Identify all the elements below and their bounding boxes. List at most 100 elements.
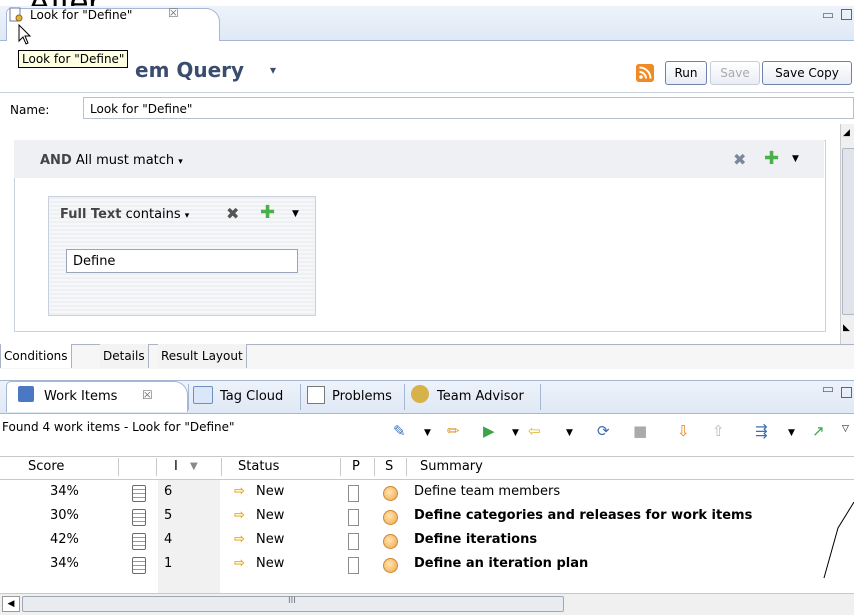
run-icon[interactable]: ▶ [483, 422, 495, 440]
tab-team-advisor[interactable]: Team Advisor [437, 389, 524, 404]
chevron-down-icon[interactable]: ▼ [788, 428, 795, 438]
col-status[interactable]: Status [238, 459, 279, 474]
callout-line [823, 501, 854, 579]
divider [156, 458, 157, 476]
pencil-icon[interactable]: ✏ [447, 422, 460, 440]
save-button[interactable]: Save [710, 61, 760, 85]
tooltip: Look for "Define" [18, 50, 129, 68]
status-cell: New [256, 484, 285, 499]
summary-cell: Define team members [414, 484, 561, 499]
view-menu-icon[interactable]: ▽ [842, 424, 849, 434]
severity-icon [383, 558, 398, 573]
table-row[interactable]: 30% 5 ⇨ New Define categories and releas… [0, 506, 854, 529]
chevron-down-icon[interactable]: ▼ [292, 209, 299, 219]
scroll-left-icon[interactable]: ◀ [2, 596, 20, 612]
tab-work-items-label: Work Items [44, 389, 118, 404]
work-items-icon [18, 386, 34, 402]
close-icon[interactable]: ☒ [168, 6, 179, 20]
sort-down-icon[interactable]: ▼ [190, 461, 198, 472]
task-icon [132, 509, 146, 526]
new-arrow-icon: ⇨ [234, 532, 245, 547]
stop-icon[interactable]: ■ [633, 422, 647, 440]
arrow-up-icon[interactable]: ⇧ [712, 422, 725, 440]
refresh-icon[interactable]: ⟳ [597, 422, 610, 440]
run-button[interactable]: Run [665, 61, 707, 85]
query-icon [9, 7, 23, 22]
new-arrow-icon: ⇨ [234, 508, 245, 523]
tab-problems[interactable]: Problems [332, 389, 392, 404]
chevron-down-icon[interactable]: ▾ [185, 211, 190, 221]
and-group-label[interactable]: AND All must match ▾ [40, 153, 183, 168]
divider [406, 458, 407, 476]
chevron-down-icon[interactable]: ▾ [178, 157, 183, 167]
priority-icon [348, 509, 359, 526]
scroll-up-icon[interactable]: ◢ [843, 128, 850, 138]
scroll-down-icon[interactable]: ◣ [843, 323, 850, 333]
summary-cell: Define an iteration plan [414, 556, 589, 571]
feed-icon[interactable] [636, 64, 654, 82]
severity-icon [383, 486, 398, 501]
table-row[interactable]: 42% 4 ⇨ New Define iterations [0, 530, 854, 553]
maximize-icon[interactable] [841, 387, 852, 398]
col-id[interactable]: I [174, 459, 178, 474]
score-cell: 34% [50, 556, 79, 571]
full-text-label[interactable]: Full Text contains ▾ [60, 207, 189, 222]
priority-icon [348, 557, 359, 574]
id-cell: 4 [164, 532, 173, 547]
task-icon [132, 485, 146, 502]
priority-icon [348, 485, 359, 502]
remove-group-icon[interactable]: ✖ [733, 150, 746, 169]
edit-query-icon[interactable]: ✎ [393, 422, 406, 440]
name-field[interactable]: Look for "Define" [83, 97, 854, 119]
editor-tab-label: Look for "Define" [30, 8, 133, 22]
status-cell: New [256, 532, 285, 547]
scrollbar-thumb[interactable] [842, 148, 854, 315]
maximize-icon[interactable] [841, 9, 852, 20]
id-cell: 5 [164, 508, 173, 523]
divider [118, 458, 119, 476]
table-row[interactable]: 34% 1 ⇨ New Define an iteration plan [0, 554, 854, 577]
score-cell: 34% [50, 484, 79, 499]
divider [221, 458, 222, 476]
tab-tag-cloud[interactable]: Tag Cloud [220, 389, 283, 404]
id-cell: 1 [164, 556, 173, 571]
summary-cell: Define categories and releases for work … [414, 508, 753, 523]
and-keyword: AND [40, 153, 72, 168]
arrow-down-icon[interactable]: ⇩ [677, 422, 690, 440]
query-title[interactable]: em Query [135, 58, 244, 82]
close-icon[interactable]: ☒ [142, 388, 153, 402]
col-summary[interactable]: Summary [420, 459, 483, 474]
chevron-down-icon[interactable]: ▼ [792, 154, 799, 164]
status-cell: New [256, 556, 285, 571]
back-icon[interactable]: ⇦ [528, 422, 541, 440]
full-text-input[interactable]: Define [66, 249, 298, 273]
table-row[interactable]: 34% 6 ⇨ New Define team members [0, 482, 854, 505]
col-priority[interactable]: P [352, 459, 360, 474]
team-advisor-icon [411, 385, 429, 403]
chevron-down-icon[interactable]: ▼ [566, 428, 573, 438]
result-summary: Found 4 work items - Look for "Define" [2, 420, 235, 434]
save-copy-button[interactable]: Save Copy [762, 61, 852, 85]
tag-cloud-icon [193, 386, 213, 404]
task-icon [132, 557, 146, 574]
col-severity[interactable]: S [385, 459, 393, 474]
severity-icon [383, 510, 398, 525]
chevron-down-icon[interactable]: ▼ [512, 428, 519, 438]
minimize-icon[interactable]: ▭ [822, 8, 834, 23]
col-score[interactable]: Score [28, 459, 64, 474]
remove-condition-icon[interactable]: ✖ [226, 204, 239, 223]
tab-details[interactable]: Details [100, 344, 149, 368]
chevron-down-icon[interactable]: ▼ [424, 428, 431, 438]
filter-icon[interactable]: ⇶ [755, 422, 768, 440]
chevron-down-icon[interactable]: ▾ [270, 63, 276, 77]
full-text-operator[interactable]: contains [126, 207, 181, 222]
minimize-icon[interactable]: ▭ [822, 382, 834, 397]
tab-conditions[interactable]: Conditions [0, 344, 72, 368]
and-text: All must match [75, 153, 175, 168]
tab-result-layout[interactable]: Result Layout [158, 344, 247, 368]
add-icon[interactable]: ✚ [764, 148, 779, 169]
add-icon[interactable]: ✚ [260, 202, 275, 223]
full-text-keyword: Full Text [60, 207, 122, 222]
severity-icon [383, 534, 398, 549]
export-icon[interactable]: ↗ [812, 422, 825, 440]
